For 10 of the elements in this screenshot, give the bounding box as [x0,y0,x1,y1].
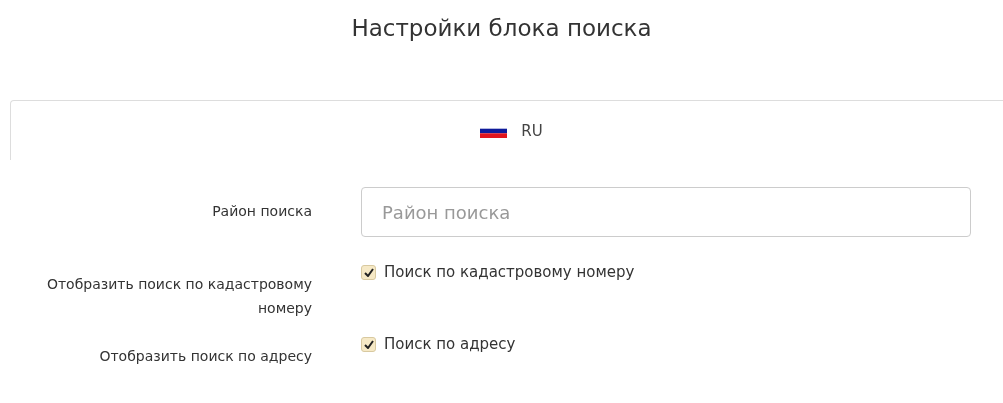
field-label: Отобразить поиск по адресу [98,347,312,366]
input-field[interactable]: Район поиска [361,187,971,237]
checkbox-label: Поиск по адресу [384,335,516,353]
language-tab[interactable]: RU [10,100,1003,160]
field-label: Отобразить поиск по кадастровому номеру [45,275,312,318]
checkbox[interactable] [361,264,376,280]
field-label: Район поиска [211,202,312,221]
checkbox[interactable] [361,336,376,352]
checkbox-label: Поиск по кадастровому номеру [384,263,635,281]
page-title: Настройки блока поиска [350,14,653,43]
